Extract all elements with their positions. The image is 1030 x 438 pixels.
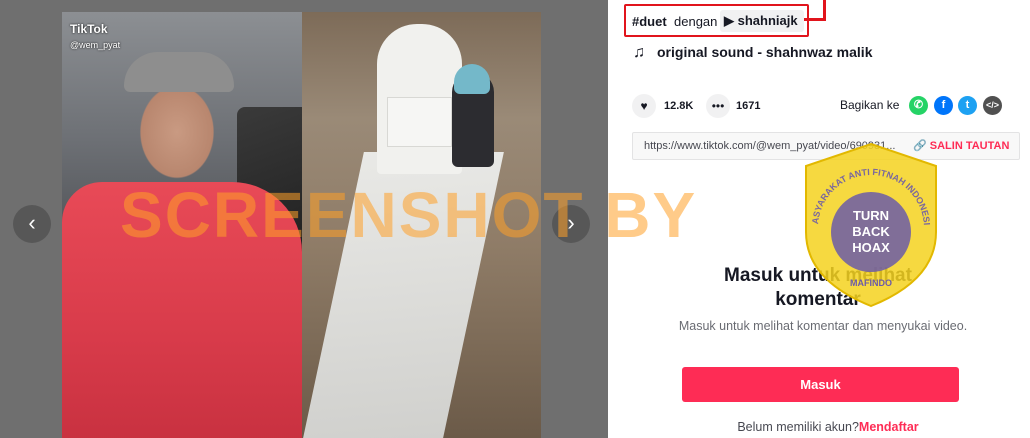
play-icon: ▶ bbox=[724, 13, 738, 28]
whatsapp-icon[interactable]: ✆ bbox=[909, 96, 928, 115]
twitter-icon[interactable]: t bbox=[958, 96, 977, 115]
share-label: Bagikan ke bbox=[840, 98, 900, 112]
signup-link[interactable]: Mendaftar bbox=[859, 420, 919, 434]
login-button[interactable]: Masuk bbox=[682, 367, 959, 402]
duet-user-chip[interactable]: ▶ shahniajk bbox=[720, 10, 804, 32]
signup-prompt: Belum memiliki akun?Mendaftar bbox=[698, 420, 958, 434]
badge-bottom-text: MAFINDO bbox=[850, 278, 892, 288]
music-note-icon: ♫ bbox=[633, 44, 645, 61]
engagement-row: ♥ 12.8K ••• 1671 Bagikan ke ✆ f t </> bbox=[632, 94, 1022, 118]
man-hair bbox=[124, 52, 234, 92]
grave-slab bbox=[300, 152, 504, 438]
sound-link[interactable]: ♫ original sound - shahnwaz malik bbox=[633, 44, 872, 62]
turnbackhoax-badge-logo: MASYARAKAT ANTI FITNAH INDONESIA TURN BA… bbox=[796, 140, 937, 308]
duet-right-video bbox=[300, 12, 541, 438]
duet-video-frame[interactable] bbox=[62, 12, 541, 438]
signup-prompt-text: Belum memiliki akun? bbox=[737, 420, 859, 434]
caption-with-text: dengan bbox=[674, 14, 718, 29]
next-video-button[interactable]: › bbox=[552, 205, 590, 243]
comment-count: 1671 bbox=[736, 100, 761, 112]
comments-login-description: Masuk untuk melihat komentar dan menyuka… bbox=[678, 319, 968, 333]
sound-title: original sound - shahnwaz malik bbox=[657, 44, 873, 60]
annotation-arrow-vertical bbox=[823, 0, 826, 20]
tiktok-logo: TikTok bbox=[70, 22, 108, 36]
child-hat bbox=[454, 64, 490, 94]
embed-code-icon[interactable]: </> bbox=[983, 96, 1002, 115]
video-creator-handle: @wem_pyat bbox=[70, 40, 121, 50]
duet-username: shahniajk bbox=[737, 13, 798, 28]
facebook-icon[interactable]: f bbox=[934, 96, 953, 115]
headstone-plaque bbox=[387, 97, 452, 147]
duet-left-video bbox=[62, 12, 312, 438]
badge-line-2: BACK bbox=[852, 224, 890, 239]
badge-line-1: TURN bbox=[853, 208, 889, 223]
like-count: 12.8K bbox=[664, 100, 694, 112]
caption-highlight-box: #duet dengan ▶ shahniajk bbox=[624, 4, 809, 37]
comment-icon[interactable]: ••• bbox=[706, 94, 730, 118]
previous-video-button[interactable]: ‹ bbox=[13, 205, 51, 243]
man-red-shirt bbox=[62, 182, 302, 438]
heart-icon[interactable]: ♥ bbox=[632, 94, 656, 118]
hashtag-link[interactable]: #duet bbox=[632, 14, 667, 29]
badge-line-3: HOAX bbox=[852, 240, 890, 255]
video-player[interactable]: TikTok @wem_pyat ‹ › bbox=[0, 0, 608, 438]
